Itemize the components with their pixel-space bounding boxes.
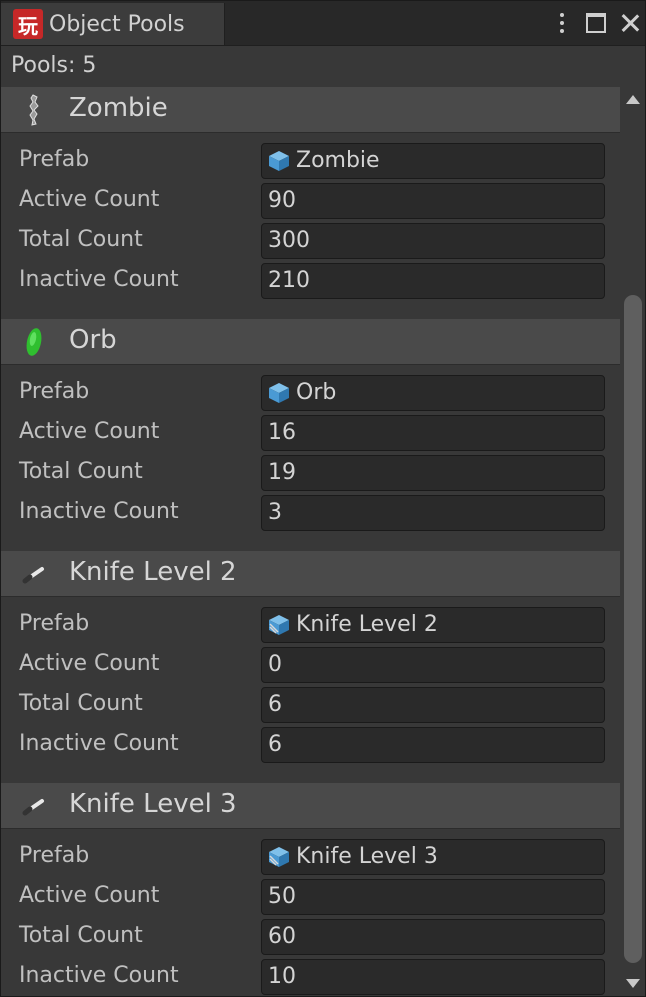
pool-header[interactable]: Knife Level 2 <box>1 551 620 597</box>
prefab-field[interactable]: Orb <box>261 375 605 411</box>
inactive-count-row: Inactive Count 10 <box>1 957 620 996</box>
total-count-field[interactable]: 19 <box>261 455 605 491</box>
active-count-row: Active Count 16 <box>1 413 620 453</box>
active-count-field[interactable]: 90 <box>261 183 605 219</box>
inactive-count-field[interactable]: 10 <box>261 959 605 995</box>
prefab-label: Prefab <box>19 611 90 636</box>
inactive-count-field[interactable]: 210 <box>261 263 605 299</box>
prefab-cube-icon <box>269 151 289 171</box>
inactive-count-field[interactable]: 6 <box>261 727 605 763</box>
knife-sprite-icon <box>22 799 44 816</box>
pool-name: Orb <box>69 325 117 355</box>
total-count-label: Total Count <box>19 227 143 252</box>
active-count-field[interactable]: 50 <box>261 879 605 915</box>
total-count-field[interactable]: 6 <box>261 687 605 723</box>
vertical-scrollbar[interactable] <box>621 87 645 996</box>
total-count-label: Total Count <box>19 923 143 948</box>
active-count-row: Active Count 90 <box>1 181 620 221</box>
total-count-field[interactable]: 300 <box>261 223 605 259</box>
total-count-row: Total Count 6 <box>1 685 620 725</box>
inactive-count-label: Inactive Count <box>19 267 179 292</box>
pool-name: Knife Level 2 <box>69 557 237 587</box>
total-count-label: Total Count <box>19 691 143 716</box>
prefab-value: Knife Level 3 <box>296 844 438 869</box>
inactive-count-row: Inactive Count 210 <box>1 261 620 301</box>
prefab-field[interactable]: Zombie <box>261 143 605 179</box>
inactive-count-label: Inactive Count <box>19 499 179 524</box>
prefab-cube-icon <box>269 383 289 403</box>
active-count-label: Active Count <box>19 187 160 212</box>
prefab-field[interactable]: Knife Level 2 <box>261 607 605 643</box>
prefab-value: Zombie <box>296 148 380 173</box>
zombie-sprite-icon <box>29 94 39 126</box>
pool-name: Zombie <box>69 93 168 123</box>
prefab-label: Prefab <box>19 147 90 172</box>
prefab-row: Prefab Orb <box>1 373 620 413</box>
scroll-down-arrow-icon[interactable] <box>626 979 640 988</box>
total-count-row: Total Count 19 <box>1 453 620 493</box>
scrollbar-thumb[interactable] <box>624 295 642 963</box>
pool-section: Knife Level 3 Prefab Knife Level 3 Activ… <box>1 783 620 996</box>
inactive-count-label: Inactive Count <box>19 731 179 756</box>
object-pools-window: 玩 Object Pools Pools: 5 Zombie Prefab Zo… <box>0 0 646 997</box>
prefab-variant-cube-icon <box>269 847 289 867</box>
active-count-label: Active Count <box>19 651 160 676</box>
active-count-field[interactable]: 0 <box>261 647 605 683</box>
pool-header[interactable]: Zombie <box>1 87 620 133</box>
pool-list: Zombie Prefab Zombie Active Count 90 Tot… <box>1 87 620 996</box>
prefab-variant-cube-icon <box>269 615 289 635</box>
pool-count-label: Pools: 5 <box>11 53 97 78</box>
pool-section: Knife Level 2 Prefab Knife Level 2 Activ… <box>1 551 620 783</box>
prefab-row: Prefab Knife Level 2 <box>1 605 620 645</box>
active-count-row: Active Count 0 <box>1 645 620 685</box>
more-options-icon[interactable] <box>545 1 579 45</box>
knife-sprite-icon <box>22 567 44 584</box>
close-icon[interactable] <box>613 1 645 45</box>
active-count-label: Active Count <box>19 419 160 444</box>
total-count-label: Total Count <box>19 459 143 484</box>
window-controls <box>545 1 645 45</box>
orb-sprite-icon <box>26 328 42 356</box>
pool-section: Orb Prefab Orb Active Count 16 Total Cou… <box>1 319 620 551</box>
active-count-row: Active Count 50 <box>1 877 620 917</box>
tab-object-pools[interactable]: 玩 Object Pools <box>1 3 225 45</box>
prefab-field[interactable]: Knife Level 3 <box>261 839 605 875</box>
pool-section: Zombie Prefab Zombie Active Count 90 Tot… <box>1 87 620 319</box>
active-count-field[interactable]: 16 <box>261 415 605 451</box>
inactive-count-label: Inactive Count <box>19 963 179 988</box>
object-pools-tab-icon: 玩 <box>13 9 43 39</box>
active-count-label: Active Count <box>19 883 160 908</box>
prefab-row: Prefab Knife Level 3 <box>1 837 620 877</box>
maximize-icon[interactable] <box>579 1 613 45</box>
prefab-label: Prefab <box>19 379 90 404</box>
prefab-value: Orb <box>296 380 337 405</box>
pool-header[interactable]: Orb <box>1 319 620 365</box>
inactive-count-field[interactable]: 3 <box>261 495 605 531</box>
total-count-row: Total Count 300 <box>1 221 620 261</box>
prefab-row: Prefab Zombie <box>1 141 620 181</box>
tab-title: Object Pools <box>49 11 185 37</box>
scroll-up-arrow-icon[interactable] <box>626 95 640 104</box>
total-count-field[interactable]: 60 <box>261 919 605 955</box>
total-count-row: Total Count 60 <box>1 917 620 957</box>
tab-bar: 玩 Object Pools <box>1 1 645 46</box>
prefab-label: Prefab <box>19 843 90 868</box>
prefab-value: Knife Level 2 <box>296 612 438 637</box>
inactive-count-row: Inactive Count 6 <box>1 725 620 765</box>
inactive-count-row: Inactive Count 3 <box>1 493 620 533</box>
pool-header[interactable]: Knife Level 3 <box>1 783 620 829</box>
pool-name: Knife Level 3 <box>69 789 237 819</box>
